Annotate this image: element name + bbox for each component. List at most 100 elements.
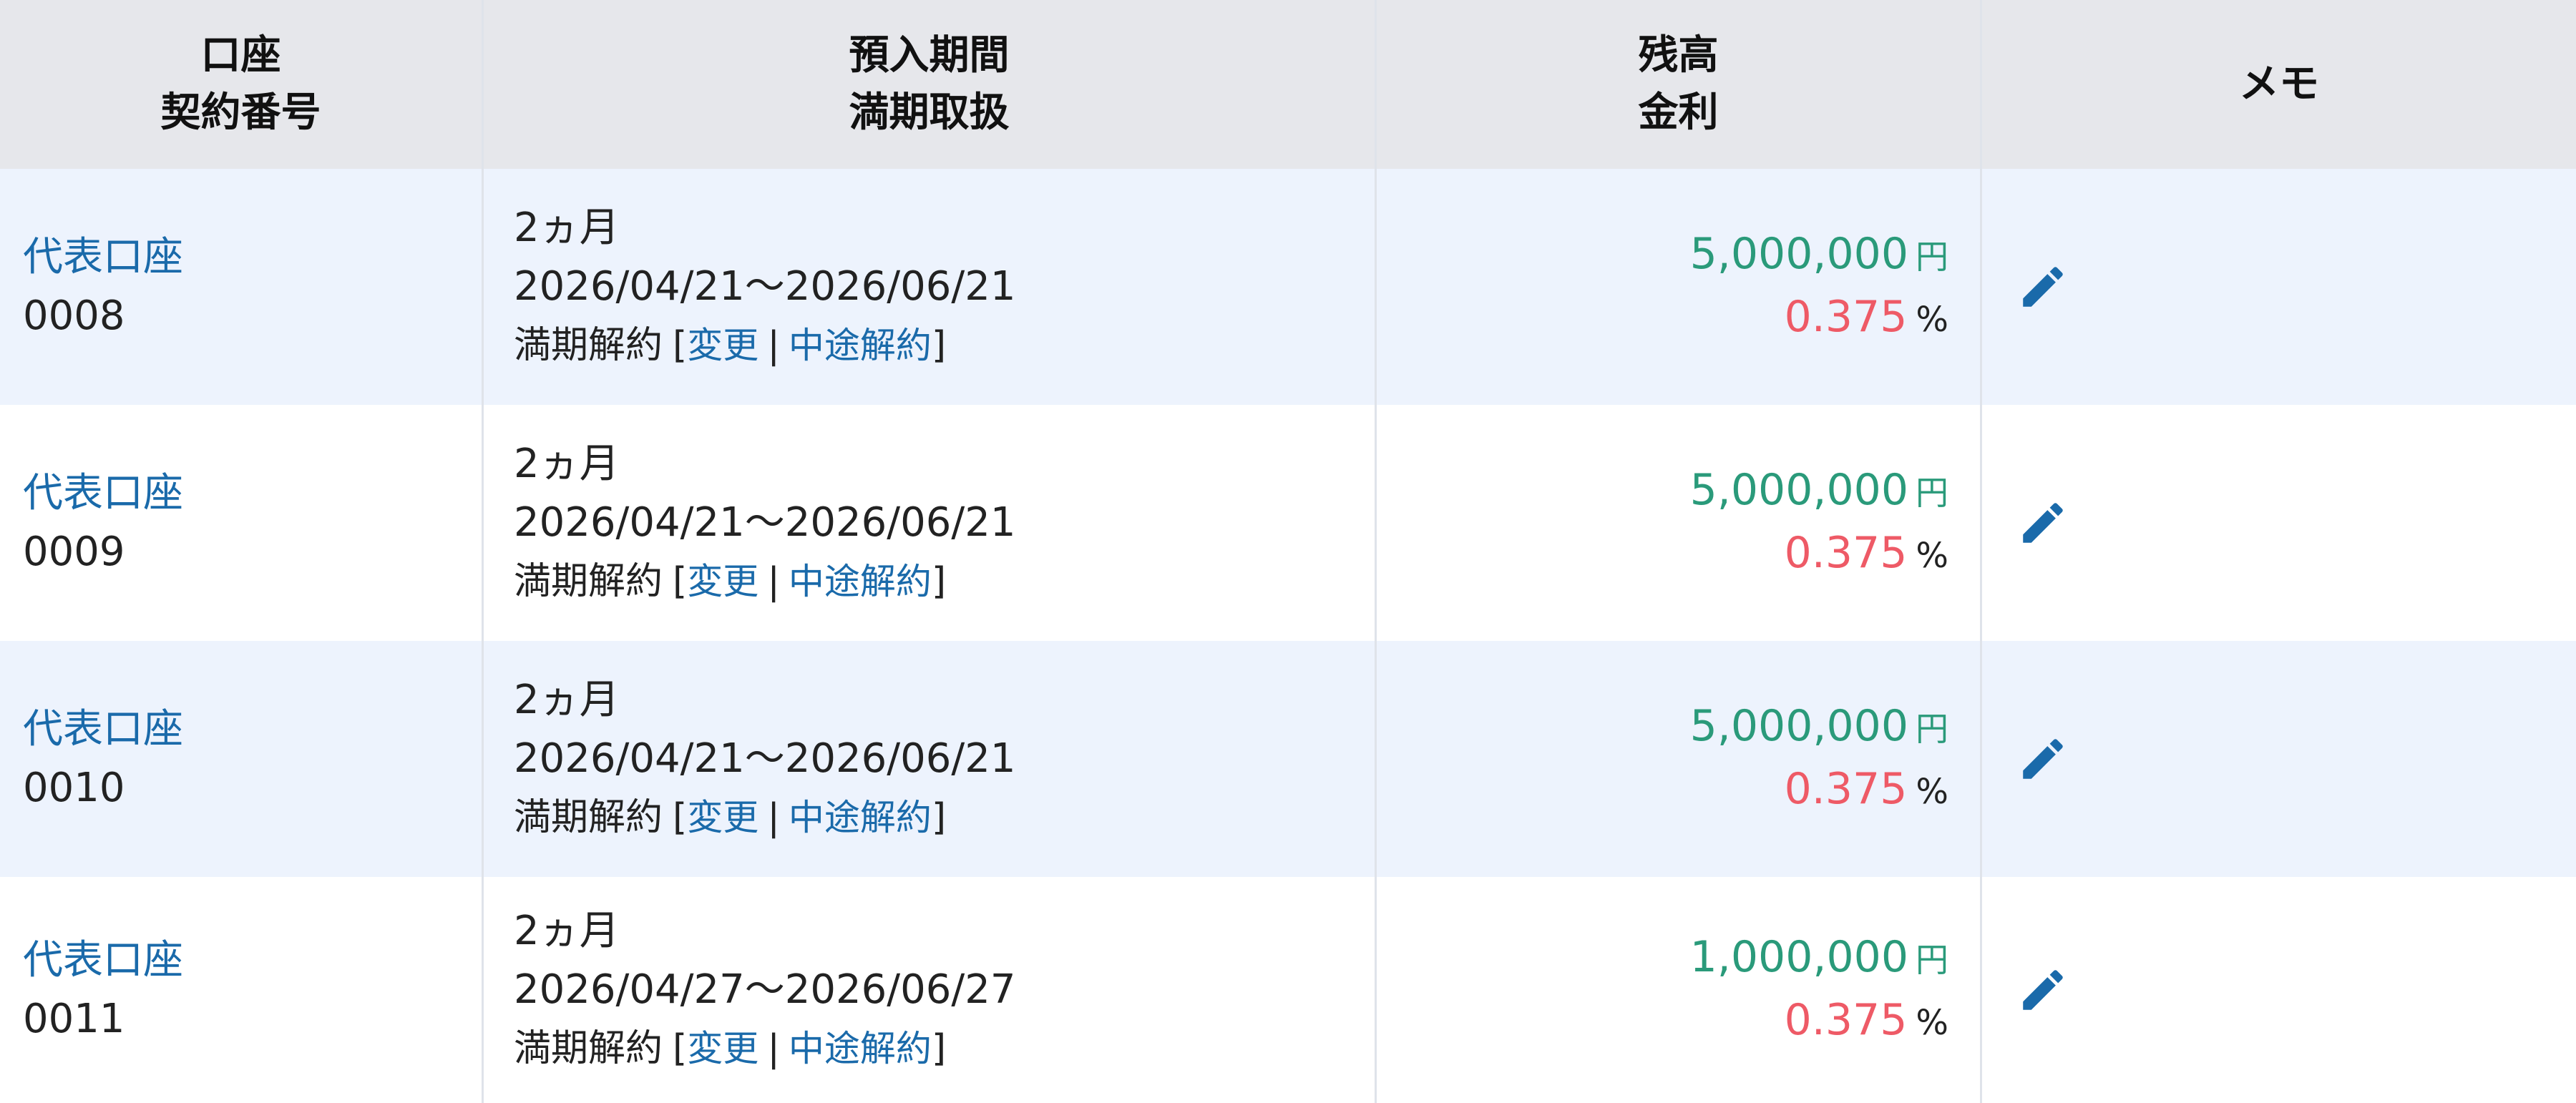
bracket-close: ]	[931, 1027, 947, 1070]
maturity-handling: 満期解約	[514, 1027, 663, 1070]
bracket-close: ]	[931, 324, 947, 367]
balance-amount: 5,000,000	[1689, 229, 1908, 279]
account-link[interactable]: 代表口座	[23, 700, 482, 759]
bracket-close: ]	[931, 796, 947, 839]
table-row-3-account: 代表口座 0011	[0, 877, 484, 1103]
link-separator: |	[767, 796, 780, 839]
currency-unit: 円	[1916, 710, 1948, 748]
table-row-1-memo	[1982, 405, 2576, 641]
pencil-icon[interactable]	[2016, 496, 2069, 549]
maturity-handling: 満期解約	[514, 560, 663, 603]
account-link[interactable]: 代表口座	[23, 228, 482, 287]
header-maturity-label: 満期取扱	[849, 89, 1010, 136]
balance-line: 5,000,000 円	[1690, 696, 1948, 759]
interest-rate: 0.375	[1784, 528, 1908, 578]
rate-line: 0.375%	[1785, 523, 1948, 586]
period-range: 2026/04/21～2026/06/21	[514, 735, 1016, 782]
table-row-1-account: 代表口座 0009	[0, 405, 484, 641]
pencil-icon[interactable]	[2016, 732, 2069, 785]
change-link[interactable]: 変更	[687, 325, 758, 366]
header-memo-label: メモ	[2239, 61, 2319, 107]
contract-number: 0010	[23, 765, 125, 811]
interest-rate: 0.375	[1784, 764, 1908, 814]
table-row-1-balance: 5,000,000 円 0.375%	[1377, 405, 1982, 641]
change-link[interactable]: 変更	[687, 561, 758, 602]
bracket-open: [	[673, 796, 688, 839]
interest-rate: 0.375	[1784, 292, 1908, 342]
table-row-3-period: 2ヵ月 2026/04/27～2026/06/27 満期解約 [変更 | 中途解約]	[484, 877, 1377, 1103]
table-row-3-balance: 1,000,000 円 0.375%	[1377, 877, 1982, 1103]
change-link[interactable]: 変更	[687, 797, 758, 838]
table-row-2-memo	[1982, 641, 2576, 877]
contract-number: 0008	[23, 293, 125, 339]
header-account-label: 口座	[200, 32, 281, 79]
table-row-0-balance: 5,000,000 円 0.375%	[1377, 169, 1982, 405]
link-separator: |	[767, 1027, 780, 1070]
cancel-link[interactable]: 中途解約	[789, 797, 932, 838]
period-range: 2026/04/21～2026/06/21	[514, 499, 1016, 546]
account-link[interactable]: 代表口座	[23, 464, 482, 523]
maturity-handling: 満期解約	[514, 324, 663, 367]
table-row-0-period: 2ヵ月 2026/04/21～2026/06/21 満期解約 [変更 | 中途解約]	[484, 169, 1377, 405]
rate-unit: %	[1916, 536, 1948, 576]
balance-amount: 5,000,000	[1689, 701, 1908, 751]
rate-unit: %	[1916, 1003, 1948, 1043]
bracket-open: [	[673, 560, 688, 603]
maturity-line: 満期解約 [変更 | 中途解約]	[514, 788, 1375, 847]
balance-line: 5,000,000 円	[1690, 460, 1948, 523]
bracket-close: ]	[931, 560, 947, 603]
cancel-link[interactable]: 中途解約	[789, 325, 932, 366]
maturity-line: 満期解約 [変更 | 中途解約]	[514, 316, 1375, 375]
table-row-2-account: 代表口座 0010	[0, 641, 484, 877]
pencil-icon[interactable]	[2016, 260, 2069, 313]
duration: 2ヵ月	[514, 441, 620, 487]
cancel-link[interactable]: 中途解約	[789, 561, 932, 602]
balance-amount: 1,000,000	[1689, 932, 1908, 982]
period-range: 2026/04/21～2026/06/21	[514, 263, 1016, 310]
header-rate-label: 金利	[1638, 89, 1719, 136]
header-contract-label: 契約番号	[160, 89, 321, 136]
period-range: 2026/04/27～2026/06/27	[514, 966, 1016, 1013]
table-row-1-period: 2ヵ月 2026/04/21～2026/06/21 満期解約 [変更 | 中途解約]	[484, 405, 1377, 641]
change-link[interactable]: 変更	[687, 1028, 758, 1069]
currency-unit: 円	[1916, 474, 1948, 512]
cancel-link[interactable]: 中途解約	[789, 1028, 932, 1069]
balance-line: 1,000,000 円	[1690, 927, 1948, 990]
table-row-3-memo	[1982, 877, 2576, 1103]
maturity-handling: 満期解約	[514, 796, 663, 839]
maturity-line: 満期解約 [変更 | 中途解約]	[514, 1019, 1375, 1078]
header-balance: 残高 金利	[1377, 0, 1982, 169]
header-account: 口座 契約番号	[0, 0, 484, 169]
rate-line: 0.375%	[1785, 990, 1948, 1053]
rate-line: 0.375%	[1785, 759, 1948, 822]
header-memo: メモ	[1982, 0, 2576, 169]
duration: 2ヵ月	[514, 908, 620, 954]
header-period: 預入期間 満期取扱	[484, 0, 1377, 169]
table-row-2-balance: 5,000,000 円 0.375%	[1377, 641, 1982, 877]
contract-number: 0009	[23, 529, 125, 575]
duration: 2ヵ月	[514, 677, 620, 723]
rate-unit: %	[1916, 772, 1948, 812]
header-period-label: 預入期間	[849, 32, 1010, 79]
link-separator: |	[767, 324, 780, 367]
interest-rate: 0.375	[1784, 995, 1908, 1045]
currency-unit: 円	[1916, 237, 1948, 276]
rate-unit: %	[1916, 300, 1948, 340]
contract-number: 0011	[23, 996, 125, 1042]
balance-amount: 5,000,000	[1689, 465, 1908, 515]
account-link[interactable]: 代表口座	[23, 931, 482, 990]
pencil-icon[interactable]	[2016, 964, 2069, 1016]
rate-line: 0.375%	[1785, 287, 1948, 350]
table-row-2-period: 2ヵ月 2026/04/21～2026/06/21 満期解約 [変更 | 中途解約]	[484, 641, 1377, 877]
deposit-table: 口座 契約番号 預入期間 満期取扱 残高 金利 メモ 代表口座 0008 2ヵ月…	[0, 0, 2576, 1103]
table-row-0-account: 代表口座 0008	[0, 169, 484, 405]
table-row-0-memo	[1982, 169, 2576, 405]
maturity-line: 満期解約 [変更 | 中途解約]	[514, 552, 1375, 611]
bracket-open: [	[673, 324, 688, 367]
duration: 2ヵ月	[514, 205, 620, 251]
balance-line: 5,000,000 円	[1690, 224, 1948, 287]
link-separator: |	[767, 560, 780, 603]
header-balance-label: 残高	[1638, 32, 1719, 79]
bracket-open: [	[673, 1027, 688, 1070]
currency-unit: 円	[1916, 941, 1948, 979]
